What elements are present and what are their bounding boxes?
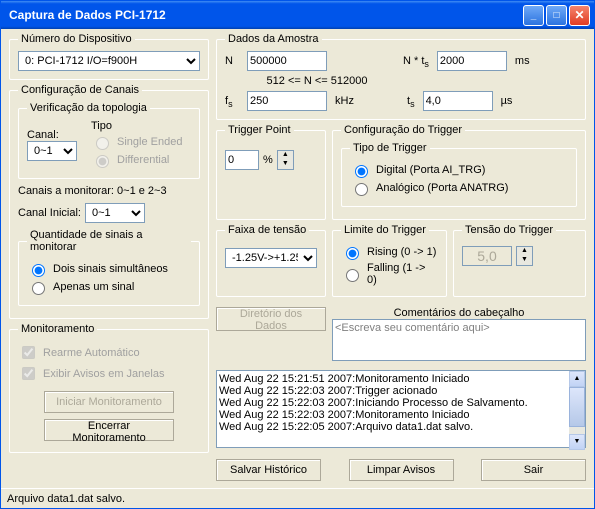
trigger-tension-group: Tensão do Trigger ▲▼ [453, 224, 586, 297]
pct-label: % [263, 154, 273, 166]
initial-channel-select[interactable]: 0~1 [85, 203, 145, 223]
n-range-label: 512 <= N <= 512000 [247, 75, 387, 87]
device-select[interactable]: 0: PCI-1712 I/O=f900H [18, 51, 200, 71]
differential-label: Differential [117, 154, 169, 166]
show-warnings-label: Exibir Avisos em Janelas [43, 368, 164, 380]
auto-rearm-check [22, 346, 35, 359]
exit-button[interactable]: Sair [481, 459, 586, 481]
show-warnings-check [22, 367, 35, 380]
n-input[interactable] [247, 51, 327, 71]
trigger-digital-radio[interactable] [355, 165, 368, 178]
ts-label: ts [407, 95, 415, 107]
rising-label: Rising (0 -> 1) [367, 246, 436, 258]
one-signal-radio[interactable] [32, 282, 45, 295]
voltage-range-legend: Faixa de tensão [225, 224, 309, 236]
trigger-config-legend: Configuração do Trigger [341, 124, 465, 136]
log-scrollbar[interactable]: ▲ ▼ [569, 371, 585, 450]
one-signal-label: Apenas um sinal [53, 281, 134, 293]
trigger-tension-legend: Tensão do Trigger [462, 224, 556, 236]
trigger-point-input[interactable] [225, 150, 259, 170]
monitor-legend: Monitoramento [18, 323, 97, 335]
signal-qty-group: Quantidade de sinais a monitorar Dois si… [18, 229, 200, 306]
maximize-button[interactable]: □ [546, 5, 567, 26]
trigger-limit-legend: Limite do Trigger [341, 224, 429, 236]
device-legend: Número do Dispositivo [18, 33, 135, 45]
trigger-analog-radio[interactable] [355, 183, 368, 196]
fs-input[interactable] [247, 91, 327, 111]
nts-label: N * ts [403, 55, 429, 67]
type-label: Tipo [91, 120, 182, 132]
trigger-digital-label: Digital (Porta AI_TRG) [376, 164, 485, 176]
falling-label: Falling (1 -> 0) [367, 262, 438, 286]
start-monitor-button: Iniciar Monitoramento [44, 391, 174, 413]
trigger-type-group: Tipo de Trigger Digital (Porta AI_TRG) A… [341, 142, 577, 207]
data-dir-button: Diretório dos Dados [216, 307, 326, 331]
window-title: Captura de Dados PCI-1712 [5, 8, 521, 22]
clear-warnings-button[interactable]: Limpar Avisos [349, 459, 454, 481]
save-history-button[interactable]: Salvar Histórico [216, 459, 321, 481]
channels-monitor-text: Canais a monitorar: 0~1 e 2~3 [18, 185, 200, 197]
trigger-limit-group: Limite do Trigger Rising (0 -> 1) Fallin… [332, 224, 447, 297]
status-text: Arquivo data1.dat salvo. [7, 493, 125, 505]
log-textarea[interactable]: Wed Aug 22 15:21:51 2007:Monitoramento I… [216, 370, 586, 448]
falling-radio[interactable] [346, 269, 359, 282]
single-ended-radio [96, 137, 109, 150]
trigger-analog-label: Analógico (Porta ANATRG) [376, 182, 508, 194]
signal-qty-legend: Quantidade de sinais a monitorar [27, 229, 191, 253]
close-button[interactable]: ✕ [569, 5, 590, 26]
trigger-tension-spinner: ▲▼ [516, 246, 533, 266]
trigger-point-group: Trigger Point % ▲▼ [216, 124, 326, 220]
channels-legend: Configuração de Canais [18, 84, 142, 96]
channels-group: Configuração de Canais Verificação da to… [9, 84, 209, 319]
sample-group: Dados da Amostra N N * ts ms 512 <= N <=… [216, 33, 586, 120]
initial-channel-label: Canal Inicial: [18, 207, 81, 219]
khz-label: kHz [335, 95, 365, 107]
monitor-group: Monitoramento Rearme Automático Exibir A… [9, 323, 209, 453]
app-window: Captura de Dados PCI-1712 _ □ ✕ Número d… [0, 0, 595, 509]
voltage-range-group: Faixa de tensão -1.25V->+1.25V [216, 224, 326, 297]
scroll-down-icon[interactable]: ▼ [569, 434, 585, 450]
trigger-config-group: Configuração do Trigger Tipo de Trigger … [332, 124, 586, 220]
two-signals-label: Dois sinais simultâneos [53, 263, 168, 275]
us-label: µs [501, 95, 513, 107]
ms-label: ms [515, 55, 530, 67]
titlebar[interactable]: Captura de Dados PCI-1712 _ □ ✕ [1, 1, 594, 29]
trigger-point-spinner[interactable]: ▲▼ [277, 150, 294, 170]
channel-select[interactable]: 0~1 [27, 141, 77, 161]
stop-monitor-button[interactable]: Encerrar Monitoramento [44, 419, 174, 441]
comments-header: Comentários do cabeçalho [332, 307, 586, 319]
voltage-range-select[interactable]: -1.25V->+1.25V [225, 248, 317, 268]
sample-legend: Dados da Amostra [225, 33, 322, 45]
statusbar: Arquivo data1.dat salvo. [1, 488, 594, 508]
topology-group: Verificação da topologia Canal: 0~1 Tipo… [18, 102, 200, 179]
scroll-thumb[interactable] [569, 387, 585, 427]
comments-textarea[interactable]: <Escreva seu comentário aqui> [332, 319, 586, 361]
trigger-type-legend: Tipo de Trigger [350, 142, 430, 154]
single-ended-label: Single Ended [117, 136, 182, 148]
channel-label: Canal: [27, 129, 87, 141]
differential-radio [96, 155, 109, 168]
two-signals-radio[interactable] [32, 264, 45, 277]
minimize-button[interactable]: _ [523, 5, 544, 26]
ts-input[interactable] [423, 91, 493, 111]
topology-legend: Verificação da topologia [27, 102, 150, 114]
auto-rearm-label: Rearme Automático [43, 347, 140, 359]
trigger-tension-input [462, 246, 512, 266]
scroll-up-icon[interactable]: ▲ [569, 371, 585, 387]
nts-input[interactable] [437, 51, 507, 71]
device-group: Número do Dispositivo 0: PCI-1712 I/O=f9… [9, 33, 209, 80]
trigger-point-legend: Trigger Point [225, 124, 294, 136]
rising-radio[interactable] [346, 247, 359, 260]
